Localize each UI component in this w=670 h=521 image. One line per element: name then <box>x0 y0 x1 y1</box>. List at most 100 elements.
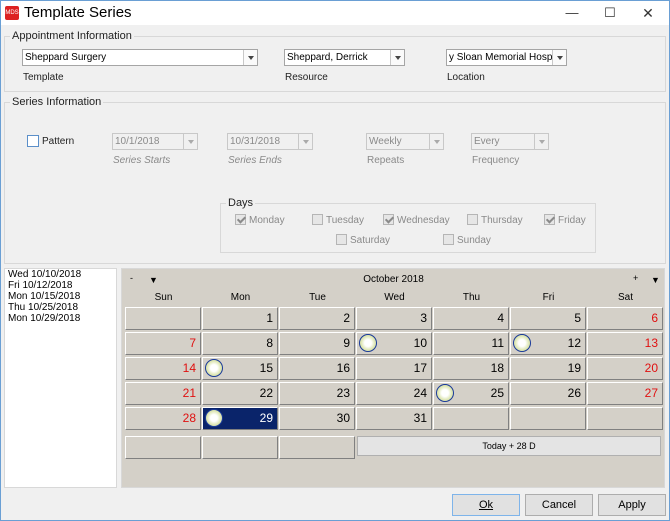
today-plus-28-button[interactable]: Today + 28 D <box>357 436 661 456</box>
chevron-down-icon[interactable] <box>298 134 312 149</box>
calendar-day-cell[interactable]: 28 <box>125 407 201 430</box>
chevron-down-icon[interactable] <box>534 134 548 149</box>
cancel-button[interactable]: Cancel <box>525 494 593 516</box>
thursday-checkbox[interactable] <box>467 214 478 225</box>
calendar-day-cell[interactable]: 1 <box>202 307 278 330</box>
ok-button[interactable]: Ok <box>452 494 520 516</box>
ok-button-label: Ok <box>478 499 494 511</box>
calendar-month-title: October 2018 <box>363 274 424 285</box>
calendar-day-cell[interactable] <box>125 307 201 330</box>
calendar-empty-cell <box>125 436 201 459</box>
scheduled-marker-icon <box>205 359 223 377</box>
calendar-day-number: 20 <box>644 361 658 375</box>
calendar-day-number: 26 <box>567 386 581 400</box>
calendar-day-cell[interactable]: 7 <box>125 332 201 355</box>
calendar-day-cell[interactable]: 24 <box>356 382 432 405</box>
list-item[interactable]: Thu 10/25/2018 <box>5 302 116 313</box>
calendar-day-cell[interactable]: 21 <box>125 382 201 405</box>
wednesday-checkbox[interactable] <box>383 214 394 225</box>
monday-checkbox[interactable] <box>235 214 246 225</box>
list-item[interactable]: Mon 10/15/2018 <box>5 291 116 302</box>
calendar-day-cell[interactable]: 19 <box>510 357 586 380</box>
calendar-day-number: 9 <box>343 336 350 350</box>
calendar-day-number: 10 <box>413 336 427 350</box>
calendar-day-cell[interactable]: 4 <box>433 307 509 330</box>
friday-label: Friday <box>558 215 586 226</box>
calendar-day-cell[interactable] <box>510 407 586 430</box>
calendar-day-cell[interactable] <box>433 407 509 430</box>
chevron-down-icon[interactable] <box>243 50 257 65</box>
saturday-checkbox[interactable] <box>336 234 347 245</box>
sunday-checkbox[interactable] <box>443 234 454 245</box>
template-label: Template <box>23 72 64 83</box>
next-month-button[interactable]: + <box>633 273 638 283</box>
calendar-day-cell[interactable] <box>587 407 663 430</box>
days-group <box>220 203 596 253</box>
friday-checkbox[interactable] <box>544 214 555 225</box>
apply-button[interactable]: Apply <box>598 494 666 516</box>
month-calendar: - ▼ October 2018 + ▼ Sun Mon Tue Wed Thu… <box>121 268 665 488</box>
series-starts-value: 10/1/2018 <box>115 136 160 147</box>
next-month-dropdown-icon[interactable]: ▼ <box>651 275 660 285</box>
calendar-day-cell[interactable]: 18 <box>433 357 509 380</box>
chevron-down-icon[interactable] <box>390 50 404 65</box>
tuesday-checkbox[interactable] <box>312 214 323 225</box>
calendar-day-cell[interactable]: 17 <box>356 357 432 380</box>
frequency-value: Every <box>474 136 500 147</box>
calendar-day-cell[interactable]: 26 <box>510 382 586 405</box>
calendar-day-cell[interactable]: 27 <box>587 382 663 405</box>
series-ends-select[interactable]: 10/31/2018 <box>227 133 313 150</box>
calendar-day-cell[interactable]: 15 <box>202 357 278 380</box>
minimize-icon[interactable]: — <box>555 1 589 25</box>
chevron-down-icon[interactable] <box>552 50 566 65</box>
pattern-label: Pattern <box>42 136 75 147</box>
list-item[interactable]: Wed 10/10/2018 <box>5 269 116 280</box>
repeats-select[interactable]: Weekly <box>366 133 444 150</box>
calendar-day-cell[interactable]: 22 <box>202 382 278 405</box>
list-item[interactable]: Mon 10/29/2018 <box>5 313 116 324</box>
calendar-empty-cell <box>202 436 278 459</box>
chevron-down-icon[interactable] <box>429 134 443 149</box>
cancel-button-label: Cancel <box>541 499 577 511</box>
calendar-day-cell[interactable]: 31 <box>356 407 432 430</box>
calendar-day-number: 6 <box>651 311 658 325</box>
location-select[interactable]: y Sloan Memorial Hospital <box>446 49 567 66</box>
calendar-day-cell[interactable]: 30 <box>279 407 355 430</box>
calendar-day-cell[interactable]: 14 <box>125 357 201 380</box>
resource-select[interactable]: Sheppard, Derrick <box>284 49 405 66</box>
calendar-day-cell[interactable]: 20 <box>587 357 663 380</box>
maximize-icon[interactable]: ☐ <box>593 1 627 25</box>
calendar-day-cell[interactable]: 5 <box>510 307 586 330</box>
calendar-day-number: 12 <box>567 336 581 350</box>
calendar-day-cell[interactable]: 16 <box>279 357 355 380</box>
calendar-day-cell[interactable]: 8 <box>202 332 278 355</box>
calendar-day-cell[interactable]: 13 <box>587 332 663 355</box>
calendar-day-cell[interactable]: 10 <box>356 332 432 355</box>
calendar-empty-cell <box>279 436 355 459</box>
repeats-label: Repeats <box>367 155 405 166</box>
frequency-select[interactable]: Every <box>471 133 549 150</box>
calendar-day-cell[interactable]: 29 <box>202 407 278 430</box>
series-starts-select[interactable]: 10/1/2018 <box>112 133 198 150</box>
calendar-day-number: 1 <box>266 311 273 325</box>
chevron-down-icon[interactable] <box>183 134 197 149</box>
weekday-sun: Sun <box>154 292 173 303</box>
calendar-day-cell[interactable]: 12 <box>510 332 586 355</box>
scheduled-marker-icon <box>436 384 454 402</box>
calendar-day-cell[interactable]: 6 <box>587 307 663 330</box>
appointment-information-title: Appointment Information <box>10 30 134 42</box>
calendar-day-cell[interactable]: 11 <box>433 332 509 355</box>
calendar-day-cell[interactable]: 2 <box>279 307 355 330</box>
list-item[interactable]: Fri 10/12/2018 <box>5 280 116 291</box>
calendar-day-cell[interactable]: 25 <box>433 382 509 405</box>
series-date-list[interactable]: Wed 10/10/2018 Fri 10/12/2018 Mon 10/15/… <box>4 268 117 488</box>
calendar-day-number: 29 <box>259 411 273 425</box>
calendar-day-cell[interactable]: 23 <box>279 382 355 405</box>
close-icon[interactable]: ✕ <box>631 1 665 25</box>
calendar-day-cell[interactable]: 3 <box>356 307 432 330</box>
template-select[interactable]: Sheppard Surgery <box>22 49 258 66</box>
pattern-checkbox[interactable] <box>27 135 39 147</box>
calendar-day-cell[interactable]: 9 <box>279 332 355 355</box>
calendar-day-number: 22 <box>259 386 273 400</box>
repeats-value: Weekly <box>369 136 402 147</box>
